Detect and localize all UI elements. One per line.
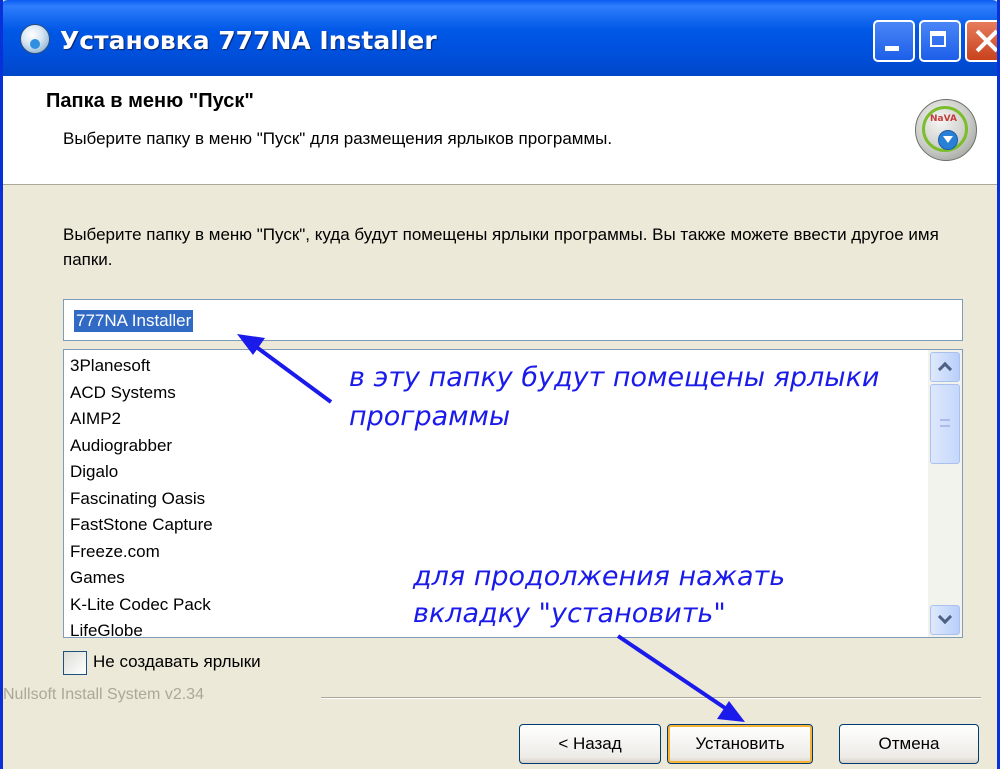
branding-divider: [321, 697, 981, 699]
install-button[interactable]: Установить: [667, 724, 813, 764]
no-shortcuts-checkbox[interactable]: [63, 651, 87, 675]
page-title: Папка в меню "Пуск": [46, 90, 254, 112]
scroll-thumb[interactable]: [930, 384, 960, 464]
maximize-button[interactable]: [919, 20, 961, 62]
list-item[interactable]: FastStone Capture: [70, 512, 213, 539]
list-item[interactable]: K-Lite Codec Pack: [70, 592, 213, 619]
window-title: Установка 777NA Installer: [60, 26, 437, 55]
installer-app-icon: [20, 24, 50, 54]
list-item[interactable]: ACD Systems: [70, 380, 213, 407]
list-item[interactable]: 3Planesoft: [70, 353, 213, 380]
list-item[interactable]: LifeGlobe: [70, 618, 213, 637]
list-item[interactable]: Audiograbber: [70, 433, 213, 460]
folder-annotation: в эту папку будут помещены ярлыки програ…: [349, 358, 879, 436]
start-menu-folder-input[interactable]: 777NA Installer: [63, 299, 963, 341]
page-header: Папка в меню "Пуск" Выберите папку в мен…: [3, 76, 997, 185]
list-item[interactable]: Fascinating Oasis: [70, 486, 213, 513]
back-button[interactable]: < Назад: [519, 724, 661, 764]
list-item[interactable]: AIMP2: [70, 406, 213, 433]
installer-window: Установка 777NA Installer Папка в меню "…: [0, 0, 1000, 769]
list-item[interactable]: Freeze.com: [70, 539, 213, 566]
folder-annotation-line2: программы: [349, 401, 511, 432]
minimize-button[interactable]: [873, 20, 915, 62]
cancel-button[interactable]: Отмена: [839, 724, 979, 764]
folder-annotation-line1: в эту папку будут помещены ярлыки: [349, 362, 880, 393]
folder-input-value[interactable]: 777NA Installer: [74, 310, 194, 332]
installer-logo-icon: NaVA: [915, 99, 977, 161]
install-annotation-line2: вкладку "установить": [413, 598, 726, 629]
no-shortcuts-label[interactable]: Не создавать ярлыки: [93, 652, 261, 672]
list-item[interactable]: Games: [70, 565, 213, 592]
arrow-to-install-button-icon: [616, 634, 745, 722]
title-bar[interactable]: Установка 777NA Installer: [3, 0, 997, 76]
install-annotation: для продолжения нажать вкладку "установи…: [413, 558, 785, 632]
page-subtitle: Выберите папку в меню "Пуск" для размеще…: [63, 129, 613, 148]
list-item[interactable]: Digalo: [70, 459, 213, 486]
install-annotation-line1: для продолжения нажать: [413, 561, 786, 592]
instruction-text: Выберите папку в меню "Пуск", куда будут…: [63, 225, 939, 269]
scroll-down-icon[interactable]: [930, 605, 960, 635]
nsis-branding: Nullsoft Install System v2.34: [3, 686, 204, 703]
scroll-up-icon[interactable]: [930, 352, 960, 382]
close-button[interactable]: [965, 20, 997, 62]
list-scrollbar[interactable]: [928, 350, 962, 637]
